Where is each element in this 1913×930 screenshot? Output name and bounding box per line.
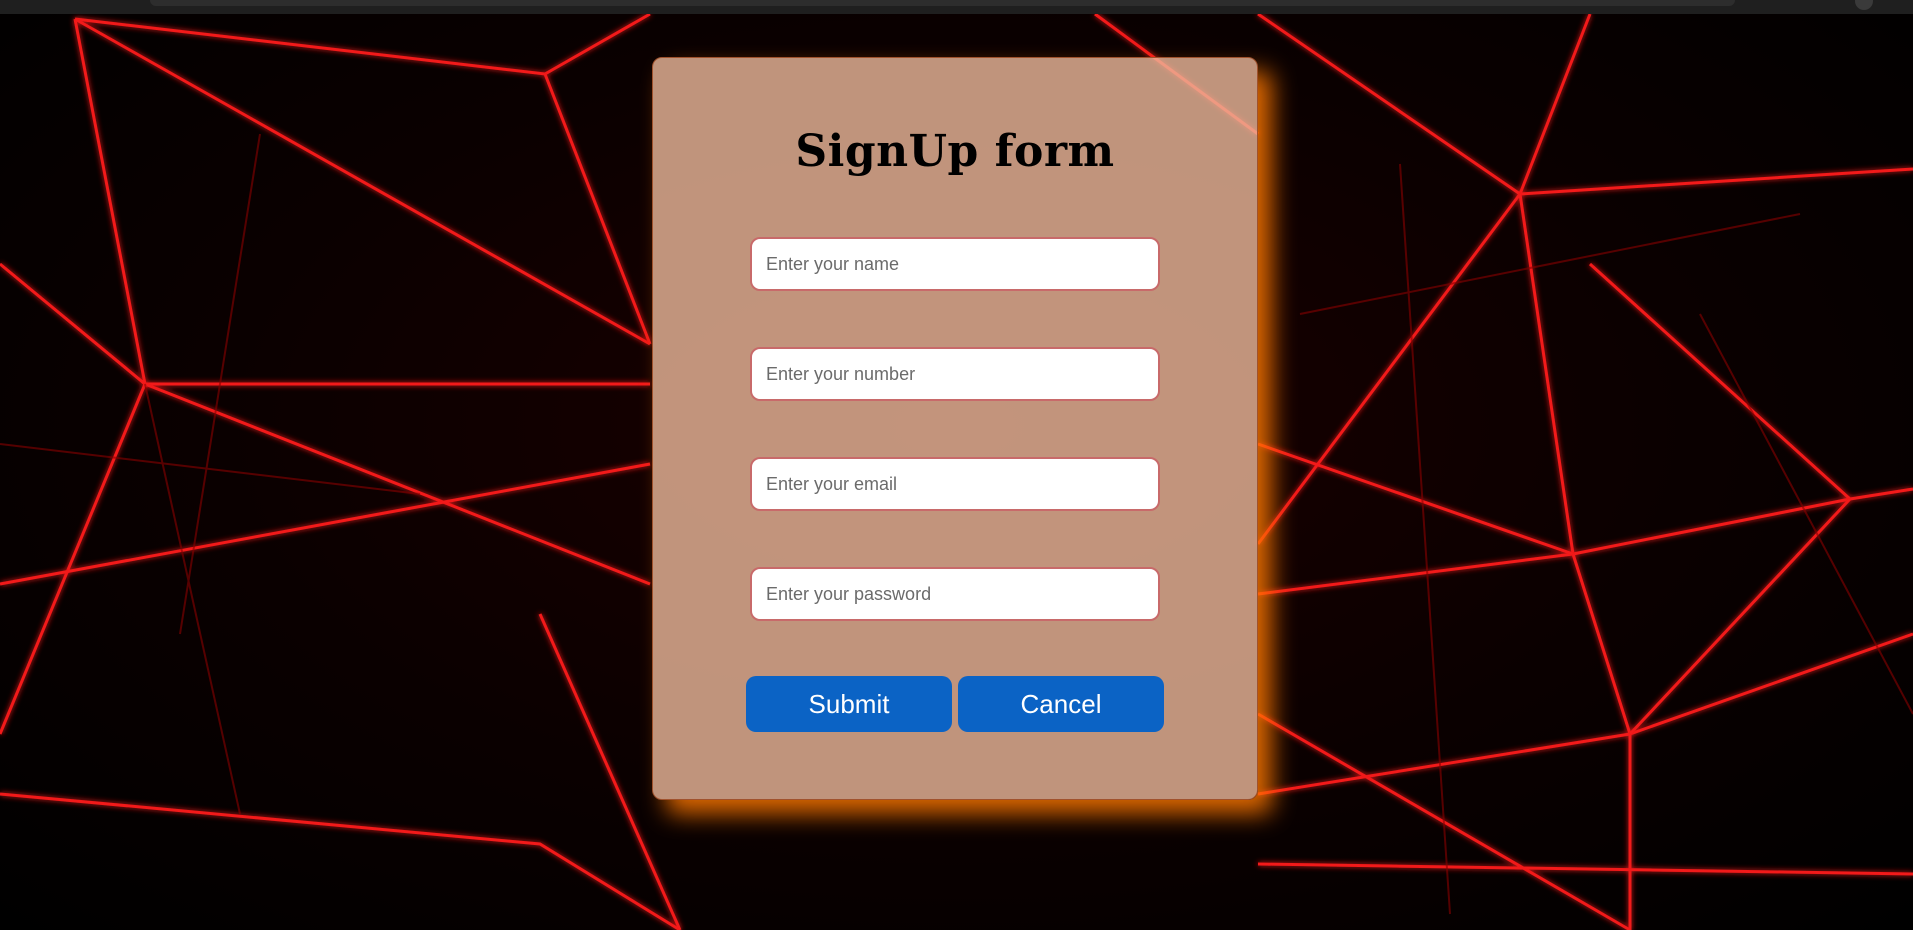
browser-profile-icon	[1855, 0, 1873, 10]
name-field[interactable]	[750, 237, 1160, 291]
browser-address-strip	[150, 0, 1735, 6]
password-field[interactable]	[750, 567, 1160, 621]
signup-card: SignUp form Submit Cancel	[652, 57, 1258, 800]
browser-top-bar	[0, 0, 1913, 15]
form-title: SignUp form	[795, 126, 1115, 177]
submit-button[interactable]: Submit	[746, 676, 952, 732]
email-field[interactable]	[750, 457, 1160, 511]
number-field[interactable]	[750, 347, 1160, 401]
cancel-button[interactable]: Cancel	[958, 676, 1164, 732]
